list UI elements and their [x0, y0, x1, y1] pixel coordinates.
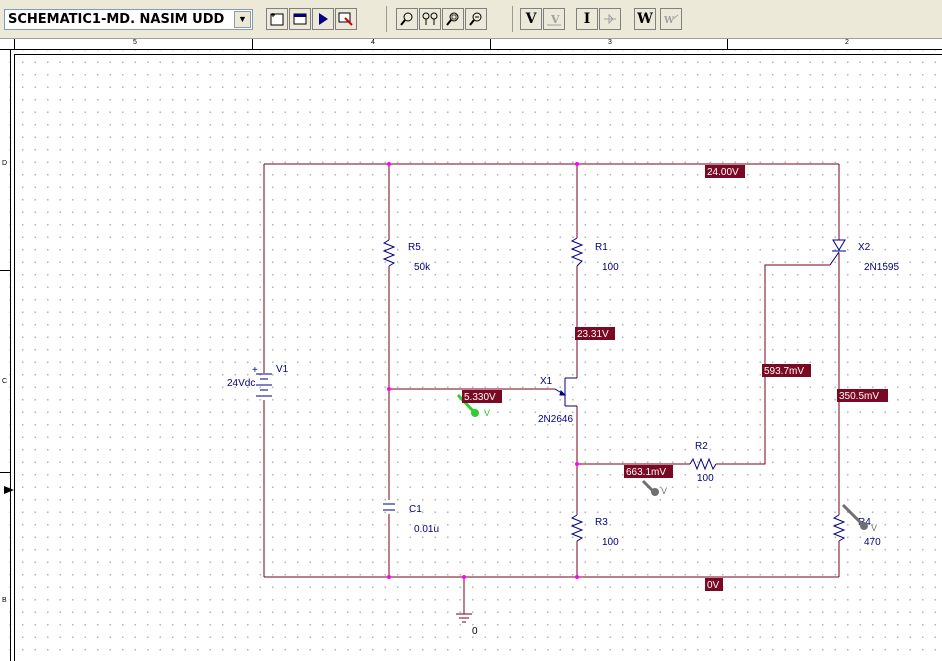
- x1-ujt: [554, 377, 577, 407]
- r2-resistor: [689, 457, 717, 471]
- ground-icon: [456, 613, 472, 623]
- ground-ref: 0: [472, 626, 478, 637]
- v1-value: 24Vdc: [227, 378, 255, 389]
- r2-value: 100: [697, 473, 714, 484]
- bias-emitter: 5.330V: [464, 392, 496, 403]
- x1-ref: X1: [540, 376, 553, 387]
- v1-plus: +: [252, 365, 258, 376]
- bias-top: 24.00V: [707, 167, 739, 178]
- r3-resistor: [570, 514, 584, 542]
- marker-v-gray: V: [871, 523, 877, 533]
- c1-capacitor: [383, 503, 395, 511]
- r5-ref: R5: [408, 242, 421, 253]
- schematic: + V1 24Vdc R5 50k R1 100 X1 2N2646 C1 0.…: [227, 162, 899, 637]
- voltage-marker-gray-1: V: [641, 479, 667, 496]
- bias-voltage-labels: 24.00V 23.31V 5.330V 593.7mV 350.5mV 663…: [462, 165, 888, 591]
- c1-ref: C1: [409, 504, 422, 515]
- c1-value: 0.01u: [414, 524, 439, 535]
- r4-resistor: [832, 514, 846, 542]
- r1-resistor: [570, 237, 584, 267]
- bias-b1: 663.1mV: [626, 467, 666, 478]
- v1-battery: [256, 373, 272, 397]
- bias-x2-cathode: 350.5mV: [839, 391, 879, 402]
- r2-ref: R2: [695, 441, 708, 452]
- r3-ref: R3: [595, 517, 608, 528]
- bias-r1-bottom: 23.31V: [577, 329, 609, 340]
- r4-value: 470: [864, 537, 881, 548]
- v1-ref: V1: [276, 364, 289, 375]
- r1-value: 100: [602, 262, 619, 273]
- x2-value: 2N1595: [864, 262, 899, 273]
- junctions: [387, 162, 579, 579]
- r1-ref: R1: [595, 242, 608, 253]
- marker-v-green: V: [484, 408, 490, 418]
- x1-value: 2N2646: [538, 414, 573, 425]
- r3-value: 100: [602, 537, 619, 548]
- wires: [263, 163, 840, 614]
- x2-scr: [829, 239, 846, 266]
- bias-ground: 0V: [707, 580, 720, 591]
- r5-resistor: [382, 239, 396, 267]
- bias-x2-gate: 593.7mV: [764, 366, 804, 377]
- x2-ref: X2: [858, 242, 871, 253]
- marker-v-gray: V: [661, 486, 667, 496]
- r5-value: 50k: [414, 262, 431, 273]
